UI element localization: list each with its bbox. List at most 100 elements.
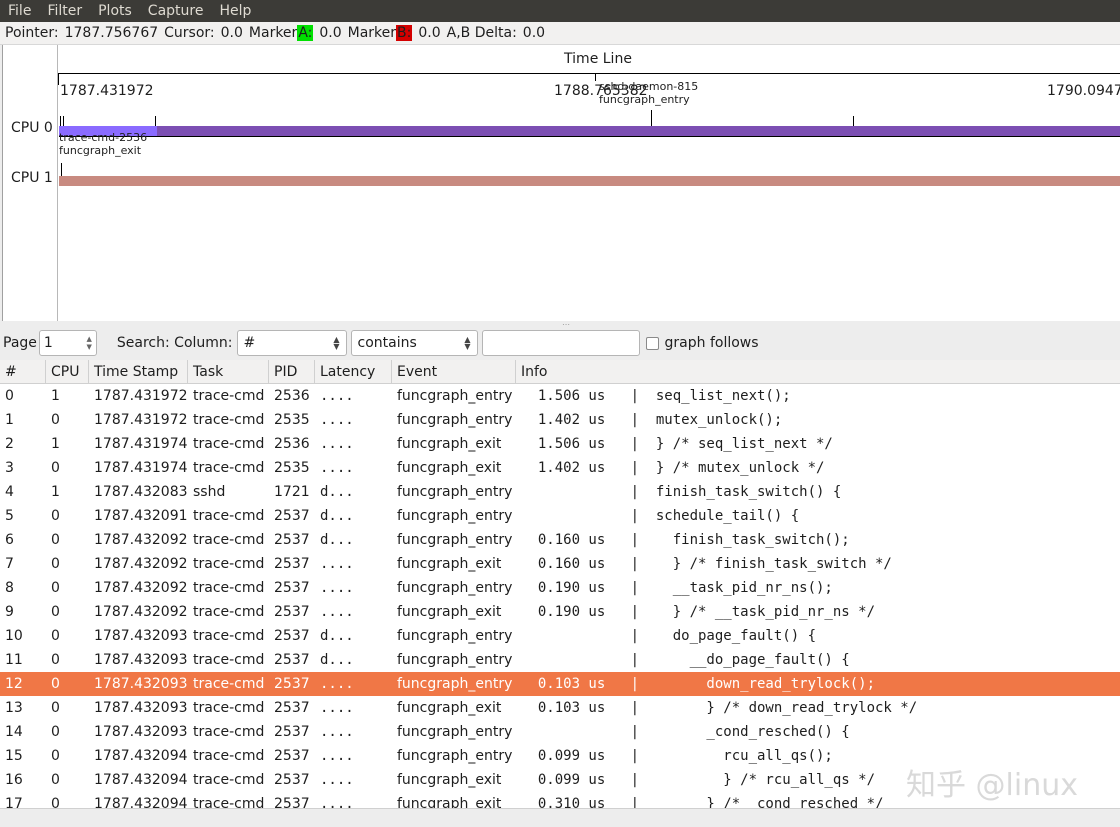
menu-file[interactable]: File (0, 0, 39, 22)
table-row[interactable]: 2 1 1787.431974 trace-cmd 2536.... funcgraph_… (0, 432, 1120, 456)
cell-event: funcgraph_entry (397, 748, 513, 764)
header-pid[interactable]: PID (269, 360, 315, 383)
header-index[interactable]: # (0, 360, 46, 383)
header-info[interactable]: Info (516, 360, 1120, 383)
timeline-graph[interactable]: Time Line 1787.431972 1788.765382 1790.0… (2, 45, 1120, 321)
event-table[interactable]: # CPU Time Stamp Task PID Latency Event … (0, 360, 1120, 808)
cell-info: 0.310 us | } /* _cond_resched */ (521, 796, 884, 808)
cell-timestamp: 1787.431974 (94, 436, 188, 452)
cell-index: 9 (5, 604, 14, 620)
cell-index: 13 (5, 700, 23, 716)
marker-b-label: Marker (347, 25, 397, 41)
cpu0-top-event-label: funcgraph_entry (599, 93, 690, 106)
table-row[interactable]: 0 1 1787.431972 trace-cmd 2536.... funcgraph_… (0, 384, 1120, 408)
table-row[interactable]: 13 0 1787.432093 trace-cmd 2537.... funcgraph… (0, 696, 1120, 720)
cell-timestamp: 1787.432094 (94, 796, 188, 808)
table-row[interactable]: 12 0 1787.432093 trace-cmd 2537.... funcgraph… (0, 672, 1120, 696)
cpu0-task-bar[interactable] (59, 126, 1120, 136)
cell-timestamp: 1787.432092 (94, 580, 188, 596)
cell-event: funcgraph_entry (397, 412, 513, 428)
cell-timestamp: 1787.432092 (94, 556, 188, 572)
cell-index: 7 (5, 556, 14, 572)
cpu0-baseline (59, 136, 1120, 137)
chevron-updown-icon: ▲ ▼ (464, 335, 471, 351)
cell-cpu: 0 (51, 460, 60, 476)
table-row[interactable]: 8 0 1787.432092 trace-cmd 2537.... funcgraph_… (0, 576, 1120, 600)
cpu1-task-bar[interactable] (59, 176, 1120, 186)
cell-task: trace-cmd (193, 556, 265, 572)
table-row[interactable]: 1 0 1787.431972 trace-cmd 2535.... funcgraph_… (0, 408, 1120, 432)
time-label-end: 1790.09479 (1047, 83, 1120, 99)
cell-cpu: 0 (51, 556, 60, 572)
table-row[interactable]: 11 0 1787.432093 trace-cmd 2537 d... funcgraph… (0, 648, 1120, 672)
column-select[interactable]: # ▲ ▼ (236, 330, 347, 356)
table-row[interactable]: 6 0 1787.432092 trace-cmd 2537 d... funcgraph_… (0, 528, 1120, 552)
cell-index: 15 (5, 748, 23, 764)
cell-event: funcgraph_exit (397, 460, 502, 476)
cell-task: trace-cmd (193, 388, 265, 404)
search-input[interactable] (481, 330, 640, 356)
info-bar: Pointer: 1787.756767 Cursor: 0.0 Marker … (0, 22, 1120, 45)
cell-index: 1 (5, 412, 14, 428)
cell-info: 0.103 us | } /* down_read_trylock */ (521, 700, 918, 716)
table-row[interactable]: 5 0 1787.432091 trace-cmd 2537 d... funcgraph_… (0, 504, 1120, 528)
cell-task: trace-cmd (193, 652, 265, 668)
event-tick (853, 116, 854, 126)
table-row[interactable]: 7 0 1787.432092 trace-cmd 2537.... funcgraph_… (0, 552, 1120, 576)
cell-task: trace-cmd (193, 508, 265, 524)
cell-index: 10 (5, 628, 23, 644)
search-column-label: Search: Column: (116, 335, 233, 351)
cell-info: | do_page_fault() { (521, 628, 817, 644)
graph-follows-checkbox[interactable] (645, 336, 659, 350)
cell-pid: 1721 (274, 484, 310, 500)
cell-latency: d... (320, 532, 354, 548)
cell-cpu: 0 (51, 796, 60, 808)
cell-timestamp: 1787.431972 (94, 412, 188, 428)
cell-info: 0.099 us | } /* rcu_all_qs */ (521, 772, 876, 788)
header-timestamp[interactable]: Time Stamp (89, 360, 188, 383)
marker-a-label: Marker (248, 25, 298, 41)
cell-pid: 2537 (274, 580, 310, 596)
cell-info: | schedule_tail() { (521, 508, 800, 524)
spin-arrows-icon[interactable]: ▲ ▼ (87, 335, 96, 351)
header-cpu[interactable]: CPU (46, 360, 89, 383)
table-row[interactable]: 15 0 1787.432094 trace-cmd 2537.... funcgraph… (0, 744, 1120, 768)
cell-timestamp: 1787.432094 (94, 772, 188, 788)
cell-timestamp: 1787.432094 (94, 748, 188, 764)
cell-info: 0.190 us | } /* __task_pid_nr_ns */ (521, 604, 876, 620)
cell-info: 1.402 us | mutex_unlock(); (521, 412, 783, 428)
cell-cpu: 0 (51, 628, 60, 644)
header-latency[interactable]: Latency (315, 360, 392, 383)
cell-latency: .... (320, 748, 354, 764)
header-event[interactable]: Event (392, 360, 516, 383)
cell-event: funcgraph_entry (397, 388, 513, 404)
cell-cpu: 0 (51, 508, 60, 524)
splitter-handle[interactable]: ⋯ (562, 320, 572, 329)
page-spinbox[interactable]: 1 ▲ ▼ (38, 330, 97, 356)
cell-pid: 2537 (274, 676, 310, 692)
table-row[interactable]: 4 1 1787.432083 sshd 1721 d... funcgraph_entry… (0, 480, 1120, 504)
cell-pid: 2537 (274, 628, 310, 644)
cell-task: trace-cmd (193, 412, 265, 428)
cell-cpu: 0 (51, 412, 60, 428)
table-row[interactable]: 16 0 1787.432094 trace-cmd 2537.... funcgraph… (0, 768, 1120, 792)
event-tick (63, 116, 64, 126)
table-row[interactable]: 14 0 1787.432093 trace-cmd 2537.... funcgraph… (0, 720, 1120, 744)
cell-timestamp: 1787.431974 (94, 460, 188, 476)
menu-filter[interactable]: Filter (39, 0, 90, 22)
table-row[interactable]: 9 0 1787.432092 trace-cmd 2537.... funcgraph_… (0, 600, 1120, 624)
cell-event: funcgraph_entry (397, 628, 513, 644)
cell-cpu: 0 (51, 604, 60, 620)
header-task[interactable]: Task (188, 360, 269, 383)
match-select[interactable]: contains ▲ ▼ (350, 330, 478, 356)
graph-follows-label[interactable]: graph follows (665, 335, 759, 351)
menu-help[interactable]: Help (211, 0, 259, 22)
table-row[interactable]: 10 0 1787.432093 trace-cmd 2537 d... funcgraph… (0, 624, 1120, 648)
menu-capture[interactable]: Capture (140, 0, 212, 22)
cell-task: sshd (193, 484, 226, 500)
table-row[interactable]: 17 0 1787.432094 trace-cmd 2537.... funcgraph… (0, 792, 1120, 808)
table-row[interactable]: 3 0 1787.431974 trace-cmd 2535.... funcgraph_… (0, 456, 1120, 480)
chevron-updown-icon: ▲ ▼ (333, 335, 340, 351)
menu-plots[interactable]: Plots (90, 0, 140, 22)
delta-value: 0.0 (522, 25, 546, 41)
